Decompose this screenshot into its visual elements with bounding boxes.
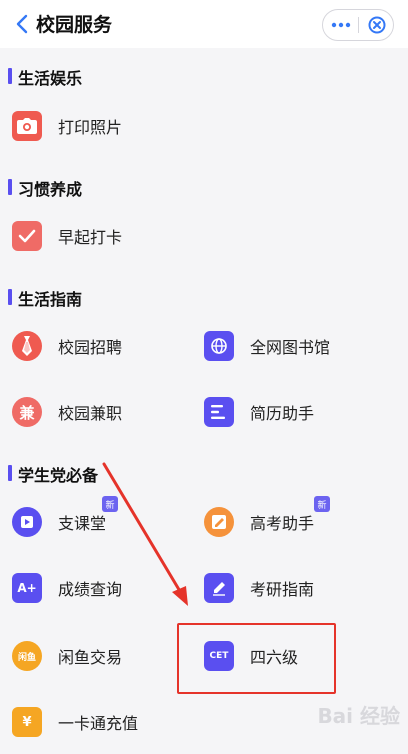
service-early-checkin[interactable]: 早起打卡 <box>12 208 202 264</box>
watermark: Bai 经验 <box>317 704 400 728</box>
check-icon <box>12 221 42 251</box>
section-life-entertainment: 生活娱乐 打印照片 <box>0 48 408 160</box>
section-marker <box>8 465 12 481</box>
section-title: 生活指南 <box>18 290 83 309</box>
section-marker <box>8 68 12 84</box>
fish-market-icon: 闲鱼 <box>12 641 42 671</box>
service-zhi-classroom[interactable]: 支课堂 新 <box>12 494 202 550</box>
service-grade-query[interactable]: A+ 成绩查询 <box>12 560 202 616</box>
tie-icon <box>12 331 42 361</box>
service-label: 校园招聘 <box>58 338 123 357</box>
highlight-box <box>177 623 336 694</box>
pencil-icon <box>204 573 234 603</box>
service-resume-assistant[interactable]: 简历助手 <box>204 384 394 440</box>
resume-icon <box>204 397 234 427</box>
globe-book-icon <box>204 331 234 361</box>
back-icon[interactable] <box>12 13 34 35</box>
classroom-icon <box>12 507 42 537</box>
service-label: 全网图书馆 <box>250 338 331 357</box>
exam-assistant-icon <box>204 507 234 537</box>
service-label: 支课堂 <box>58 514 107 533</box>
service-gaokao-assistant[interactable]: 高考助手 新 <box>204 494 394 550</box>
section-title: 生活娱乐 <box>18 69 83 88</box>
service-online-library[interactable]: 全网图书馆 <box>204 318 394 374</box>
section-title: 学生党必备 <box>18 466 99 485</box>
section-marker <box>8 289 12 305</box>
section-title: 习惯养成 <box>18 180 83 199</box>
new-badge: 新 <box>102 496 118 512</box>
part-time-icon: 兼 <box>12 397 42 427</box>
camera-icon <box>12 111 42 141</box>
service-campus-recruitment[interactable]: 校园招聘 <box>12 318 202 374</box>
new-badge: 新 <box>314 496 330 512</box>
service-print-photo[interactable]: 打印照片 <box>12 98 202 154</box>
mini-program-capsule <box>322 9 394 41</box>
more-icon[interactable] <box>323 10 359 40</box>
service-label: 简历助手 <box>250 404 315 423</box>
service-label: 高考助手 <box>250 514 315 533</box>
service-xianyu-trade[interactable]: 闲鱼 闲鱼交易 <box>12 628 202 684</box>
app-header: 校园服务 <box>0 0 408 48</box>
section-marker <box>8 179 12 195</box>
section-habit: 习惯养成 早起打卡 <box>0 160 408 270</box>
service-label: 成绩查询 <box>58 580 123 599</box>
page-title: 校园服务 <box>36 14 113 36</box>
service-card-recharge[interactable]: ¥ 一卡通充值 <box>12 694 202 750</box>
section-life-guide: 生活指南 校园招聘 全网图书馆 兼 校园兼职 简历助手 <box>0 270 408 450</box>
grade-icon: A+ <box>12 573 42 603</box>
service-label: 早起打卡 <box>58 228 123 247</box>
service-label: 闲鱼交易 <box>58 648 123 667</box>
service-postgrad-guide[interactable]: 考研指南 <box>204 560 394 616</box>
service-label: 打印照片 <box>58 118 123 137</box>
service-label: 校园兼职 <box>58 404 123 423</box>
service-label: 一卡通充值 <box>58 714 139 733</box>
service-label: 考研指南 <box>250 580 315 599</box>
card-recharge-icon: ¥ <box>12 707 42 737</box>
service-part-time-job[interactable]: 兼 校园兼职 <box>12 384 202 440</box>
close-mini-program-icon[interactable] <box>359 10 395 40</box>
